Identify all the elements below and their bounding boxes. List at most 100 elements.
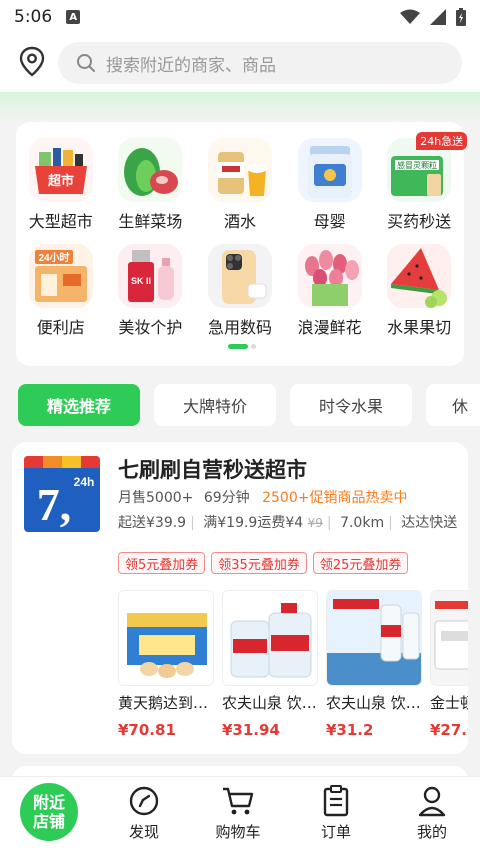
compass-icon: [129, 786, 159, 816]
supermarket-image-text: 超市: [48, 173, 74, 188]
product-price: ¥31.2: [326, 721, 374, 739]
category-label: 母婴: [313, 212, 346, 231]
orders-icon: [323, 785, 349, 817]
status-time: 5:06: [14, 7, 53, 27]
category-medicine[interactable]: 感冒灵颗粒 24h急送 买药秒送: [374, 132, 468, 232]
product-name: 黄天鹅达到…: [118, 694, 209, 712]
beer-icon: [207, 138, 272, 202]
coupon-35[interactable]: 领35元叠加券: [211, 552, 307, 574]
product-item[interactable]: 金士顿6 ¥27.05: [430, 590, 468, 739]
store-name: 七刷刷自营秒送超市: [118, 458, 307, 482]
category-label: 水果果切: [387, 318, 452, 337]
skii-image-text: SK II: [131, 276, 151, 286]
bottom-nav: 附近 店铺 发现 购物车 订单 我的: [0, 776, 480, 853]
category-fresh[interactable]: 生鲜菜场: [106, 138, 196, 232]
nav-label: 购物车: [215, 823, 261, 841]
coupon-25[interactable]: 领25元叠加券: [312, 552, 409, 574]
delivery-time: 69分钟: [203, 490, 250, 506]
medicine-icon: 感冒灵颗粒 24h急送: [387, 132, 468, 202]
store-delivery-info: 起送¥39.9 | 满¥19.9运费¥4 ¥9 | 7.0km | 达达快送: [118, 515, 458, 531]
phone-icon: [207, 244, 272, 308]
skincare-icon: SK II: [118, 244, 183, 308]
baby-formula-icon: [297, 138, 362, 202]
product-price: ¥27.05: [430, 721, 468, 739]
category-convenience[interactable]: 24小时 便利店: [16, 244, 106, 338]
cart-icon: [223, 787, 254, 815]
store24-image-text: 24小时: [38, 251, 69, 264]
header: 搜索附近的商家、商品: [0, 34, 480, 94]
urgent-24h-badge: 24h急送: [416, 132, 468, 150]
category-beauty[interactable]: SK II 美妆个护: [106, 244, 196, 338]
delivery-fee-original: ¥9: [307, 516, 323, 530]
nav-orders[interactable]: 订单: [296, 785, 376, 842]
delivery-fee: 满¥19.9运费¥4: [203, 515, 304, 531]
page-dot-active: [228, 344, 248, 349]
vegetables-icon: [118, 138, 183, 202]
category-label: 买药秒送: [387, 212, 452, 231]
nav-label: 订单: [320, 823, 351, 841]
product-item[interactable]: 黄天鹅达到… ¥70.81: [118, 590, 216, 739]
status-icons: [400, 8, 466, 26]
product-image: [222, 590, 318, 686]
nav-cart[interactable]: 购物车: [198, 785, 278, 842]
location-pin-icon[interactable]: [18, 46, 46, 78]
search-input[interactable]: 搜索附近的商家、商品: [58, 42, 462, 84]
nav-label: 发现: [128, 823, 159, 841]
category-drinks[interactable]: 酒水: [195, 138, 285, 232]
category-fruit[interactable]: 水果果切: [374, 244, 464, 338]
product-price: ¥31.94: [222, 721, 280, 739]
category-card: 超市 大型超市 生鲜菜场 酒水 母婴 感冒灵颗粒 24h急送 买药秒送 24小时…: [16, 122, 468, 366]
product-name: 农夫山泉 饮…: [222, 694, 317, 712]
search-icon: [77, 54, 95, 72]
category-label: 大型超市: [28, 212, 93, 231]
page-indicator: [228, 344, 256, 349]
watermelon-icon: [387, 244, 452, 308]
nav-discover[interactable]: 发现: [104, 785, 184, 842]
store-logo: 7, 24h: [24, 456, 100, 532]
category-label: 浪漫鲜花: [297, 318, 362, 337]
tulips-icon: [297, 244, 362, 308]
store-meta: 月售5000+ 69分钟 2500+促销商品热卖中: [118, 487, 407, 507]
category-label: 急用数码: [207, 318, 272, 337]
battery-icon: [456, 8, 466, 26]
category-supermarket[interactable]: 超市 大型超市: [16, 138, 106, 232]
product-name: 农夫山泉 饮…: [326, 694, 421, 712]
nav-nearby-stores[interactable]: 附近 店铺: [20, 783, 78, 841]
nav-label: 我的: [416, 823, 447, 841]
hot-promo-text: 2500+促销商品热卖中: [262, 490, 408, 506]
product-image: [430, 590, 468, 686]
product-item[interactable]: 农夫山泉 饮… ¥31.94: [222, 590, 320, 739]
tab-featured[interactable]: 精选推荐: [18, 384, 140, 426]
tab-seasonal-fruit[interactable]: 时令水果: [290, 384, 412, 426]
notification-a-icon: A: [66, 10, 81, 24]
wifi-icon: [400, 9, 420, 24]
filter-tabs: 精选推荐 大牌特价 时令水果 休: [18, 384, 480, 426]
product-image: [118, 590, 214, 686]
tab-brand-deals[interactable]: 大牌特价: [154, 384, 276, 426]
product-price: ¥70.81: [118, 721, 176, 739]
nav-home-line2: 店铺: [32, 812, 65, 831]
distance: 7.0km: [340, 515, 385, 531]
header-gradient: [0, 92, 480, 122]
product-item[interactable]: 农夫山泉 饮… ¥31.2: [326, 590, 424, 739]
status-bar: 5:06 A: [0, 0, 480, 34]
store-card[interactable]: 7, 24h 七刷刷自营秒送超市 月售5000+ 69分钟 2500+促销商品热…: [12, 442, 468, 754]
category-digital[interactable]: 急用数码: [195, 244, 285, 338]
category-label: 美妆个护: [118, 318, 183, 337]
signal-icon: [430, 9, 446, 25]
user-icon: [418, 786, 446, 817]
nav-profile[interactable]: 我的: [392, 785, 472, 842]
category-flowers[interactable]: 浪漫鲜花: [285, 244, 375, 338]
category-baby[interactable]: 母婴: [285, 138, 375, 232]
category-label: 酒水: [223, 212, 256, 231]
convenience-store-icon: 24小时: [28, 244, 93, 308]
courier: 达达快送: [401, 515, 458, 531]
tab-leisure[interactable]: 休: [426, 384, 480, 426]
coupon-5[interactable]: 领5元叠加券: [118, 552, 206, 574]
store-logo-text: 7,: [37, 479, 72, 530]
min-order: 起送¥39.9: [118, 515, 187, 531]
coupon-list: 领5元叠加券 领35元叠加券 领25元叠加券: [118, 552, 409, 574]
product-image: [326, 590, 422, 686]
supermarket-basket-icon: 超市: [28, 138, 93, 202]
category-label: 便利店: [36, 318, 85, 337]
